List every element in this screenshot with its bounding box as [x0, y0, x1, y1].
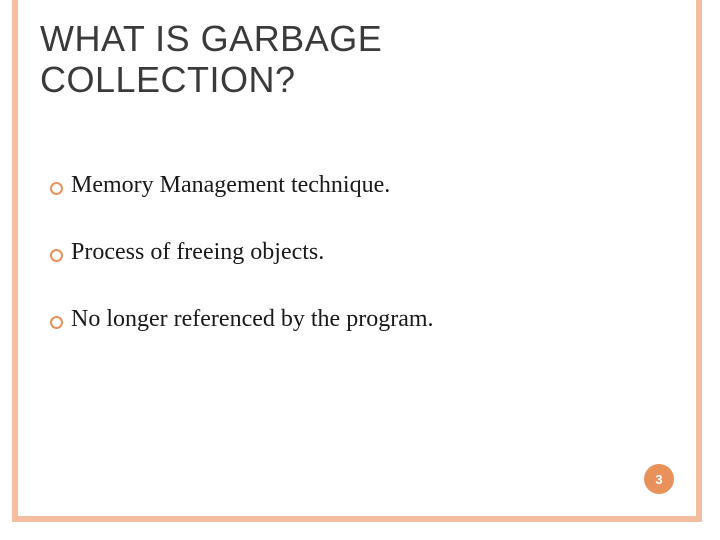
bullet-list: Memory Management technique. Process of … — [50, 172, 650, 373]
list-item: Process of freeing objects. — [50, 239, 650, 266]
list-item: No longer referenced by the program. — [50, 306, 650, 333]
bullet-ring-icon — [50, 182, 63, 195]
bullet-text: Memory Management technique. — [71, 172, 650, 199]
frame-bottom — [12, 516, 702, 522]
list-item: Memory Management technique. — [50, 172, 650, 199]
bullet-text: Process of freeing objects. — [71, 239, 650, 266]
bullet-text: No longer referenced by the program. — [71, 306, 650, 333]
page-number: 3 — [655, 472, 662, 487]
slide-title: WHAT IS GARBAGE COLLECTION? — [40, 18, 640, 101]
bullet-ring-icon — [50, 316, 63, 329]
bullet-ring-icon — [50, 249, 63, 262]
page-number-badge: 3 — [644, 464, 674, 494]
frame-right — [696, 0, 702, 522]
frame-left — [12, 0, 18, 522]
slide: WHAT IS GARBAGE COLLECTION? Memory Manag… — [0, 0, 720, 540]
